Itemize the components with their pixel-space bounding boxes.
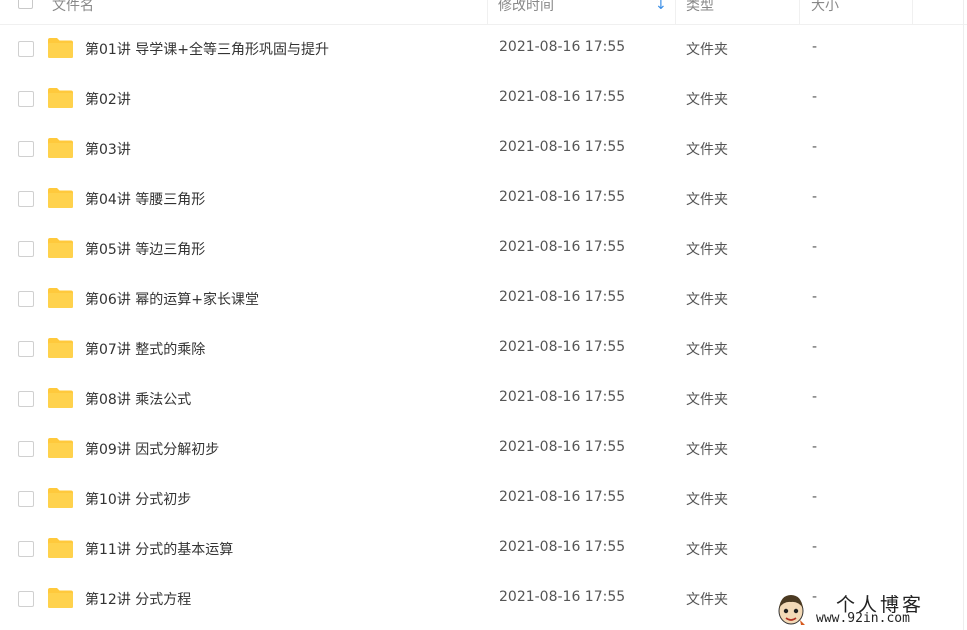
column-divider[interactable] (799, 0, 800, 24)
folder-icon (48, 338, 73, 358)
column-divider[interactable] (675, 0, 676, 24)
file-size: - (812, 139, 818, 155)
file-size: - (812, 39, 818, 55)
file-modified-time: 2021-08-16 17:55 (499, 189, 626, 205)
file-row[interactable]: 第05讲 等边三角形 2021-08-16 17:55 文件夹 - (0, 225, 967, 275)
file-type: 文件夹 (686, 492, 728, 508)
file-row[interactable]: 第11讲 分式的基本运算 2021-08-16 17:55 文件夹 - (0, 525, 967, 575)
file-modified-time: 2021-08-16 17:55 (499, 539, 626, 555)
file-row[interactable]: 第02讲 2021-08-16 17:55 文件夹 - (0, 75, 967, 125)
sort-down-arrow-icon[interactable]: ↓ (655, 0, 667, 13)
file-size: - (812, 239, 818, 255)
file-modified-time: 2021-08-16 17:55 (499, 489, 626, 505)
file-name[interactable]: 第07讲 整式的乘除 (85, 339, 205, 359)
file-type: 文件夹 (686, 92, 728, 108)
file-name[interactable]: 第02讲 (85, 89, 131, 109)
file-name[interactable]: 第05讲 等边三角形 (85, 239, 205, 259)
file-name[interactable]: 第12讲 分式方程 (85, 589, 191, 609)
file-type: 文件夹 (686, 442, 728, 458)
file-row[interactable]: 第03讲 2021-08-16 17:55 文件夹 - (0, 125, 967, 175)
folder-icon (48, 438, 73, 458)
file-size: - (812, 89, 818, 105)
select-all-checkbox[interactable] (18, 0, 33, 9)
file-modified-time: 2021-08-16 17:55 (499, 289, 626, 305)
file-size: - (812, 189, 818, 205)
file-type: 文件夹 (686, 142, 728, 158)
row-checkbox[interactable] (18, 391, 34, 407)
file-modified-time: 2021-08-16 17:55 (499, 439, 626, 455)
file-size: - (812, 339, 818, 355)
row-checkbox[interactable] (18, 291, 34, 307)
column-divider[interactable] (487, 0, 488, 24)
column-divider[interactable] (912, 0, 913, 24)
file-row[interactable]: 第07讲 整式的乘除 2021-08-16 17:55 文件夹 - (0, 325, 967, 375)
file-type: 文件夹 (686, 542, 728, 558)
blog-watermark: 个人博客 www.92in.com (776, 590, 966, 630)
file-name[interactable]: 第01讲 导学课+全等三角形巩固与提升 (85, 39, 329, 59)
row-checkbox[interactable] (18, 141, 34, 157)
file-list-header: 文件名 修改时间 ↓ 类型 大小 (0, 0, 967, 25)
file-name[interactable]: 第06讲 幂的运算+家长课堂 (85, 289, 259, 309)
folder-icon (48, 138, 73, 158)
file-modified-time: 2021-08-16 17:55 (499, 89, 626, 105)
file-size: - (812, 289, 818, 305)
file-size: - (812, 489, 818, 505)
folder-icon (48, 388, 73, 408)
row-checkbox[interactable] (18, 91, 34, 107)
file-name[interactable]: 第11讲 分式的基本运算 (85, 539, 233, 559)
watermark-url: www.92in.com (816, 611, 910, 626)
file-size: - (812, 389, 818, 405)
folder-icon (48, 88, 73, 108)
file-type: 文件夹 (686, 242, 728, 258)
row-checkbox[interactable] (18, 591, 34, 607)
file-modified-time: 2021-08-16 17:55 (499, 339, 626, 355)
row-checkbox[interactable] (18, 191, 34, 207)
folder-icon (48, 238, 73, 258)
file-row[interactable]: 第09讲 因式分解初步 2021-08-16 17:55 文件夹 - (0, 425, 967, 475)
folder-icon (48, 538, 73, 558)
panel-border (963, 0, 964, 630)
file-name[interactable]: 第03讲 (85, 139, 131, 159)
file-row[interactable]: 第06讲 幂的运算+家长课堂 2021-08-16 17:55 文件夹 - (0, 275, 967, 325)
row-checkbox[interactable] (18, 441, 34, 457)
file-name[interactable]: 第10讲 分式初步 (85, 489, 191, 509)
row-checkbox[interactable] (18, 491, 34, 507)
file-row[interactable]: 第01讲 导学课+全等三角形巩固与提升 2021-08-16 17:55 文件夹… (0, 25, 967, 75)
file-type: 文件夹 (686, 292, 728, 308)
row-checkbox[interactable] (18, 241, 34, 257)
column-header-name[interactable]: 文件名 (52, 0, 94, 24)
file-modified-time: 2021-08-16 17:55 (499, 39, 626, 55)
folder-icon (48, 288, 73, 308)
column-header-size[interactable]: 大小 (811, 0, 839, 24)
file-name[interactable]: 第04讲 等腰三角形 (85, 189, 205, 209)
file-type: 文件夹 (686, 192, 728, 208)
row-checkbox[interactable] (18, 541, 34, 557)
file-name[interactable]: 第08讲 乘法公式 (85, 389, 191, 409)
folder-icon (48, 488, 73, 508)
file-modified-time: 2021-08-16 17:55 (499, 239, 626, 255)
file-size: - (812, 439, 818, 455)
folder-icon (48, 588, 73, 608)
column-header-type[interactable]: 类型 (686, 0, 714, 24)
row-checkbox[interactable] (18, 341, 34, 357)
folder-icon (48, 38, 73, 58)
file-size: - (812, 539, 818, 555)
file-type: 文件夹 (686, 42, 728, 58)
file-modified-time: 2021-08-16 17:55 (499, 139, 626, 155)
file-type: 文件夹 (686, 392, 728, 408)
folder-icon (48, 188, 73, 208)
file-row[interactable]: 第04讲 等腰三角形 2021-08-16 17:55 文件夹 - (0, 175, 967, 225)
file-name[interactable]: 第09讲 因式分解初步 (85, 439, 219, 459)
column-header-modified[interactable]: 修改时间 (498, 0, 554, 24)
file-modified-time: 2021-08-16 17:55 (499, 589, 626, 605)
file-type: 文件夹 (686, 592, 728, 608)
file-row[interactable]: 第10讲 分式初步 2021-08-16 17:55 文件夹 - (0, 475, 967, 525)
cartoon-face-icon (778, 595, 805, 625)
file-type: 文件夹 (686, 342, 728, 358)
row-checkbox[interactable] (18, 41, 34, 57)
file-modified-time: 2021-08-16 17:55 (499, 389, 626, 405)
file-row[interactable]: 第08讲 乘法公式 2021-08-16 17:55 文件夹 - (0, 375, 967, 425)
